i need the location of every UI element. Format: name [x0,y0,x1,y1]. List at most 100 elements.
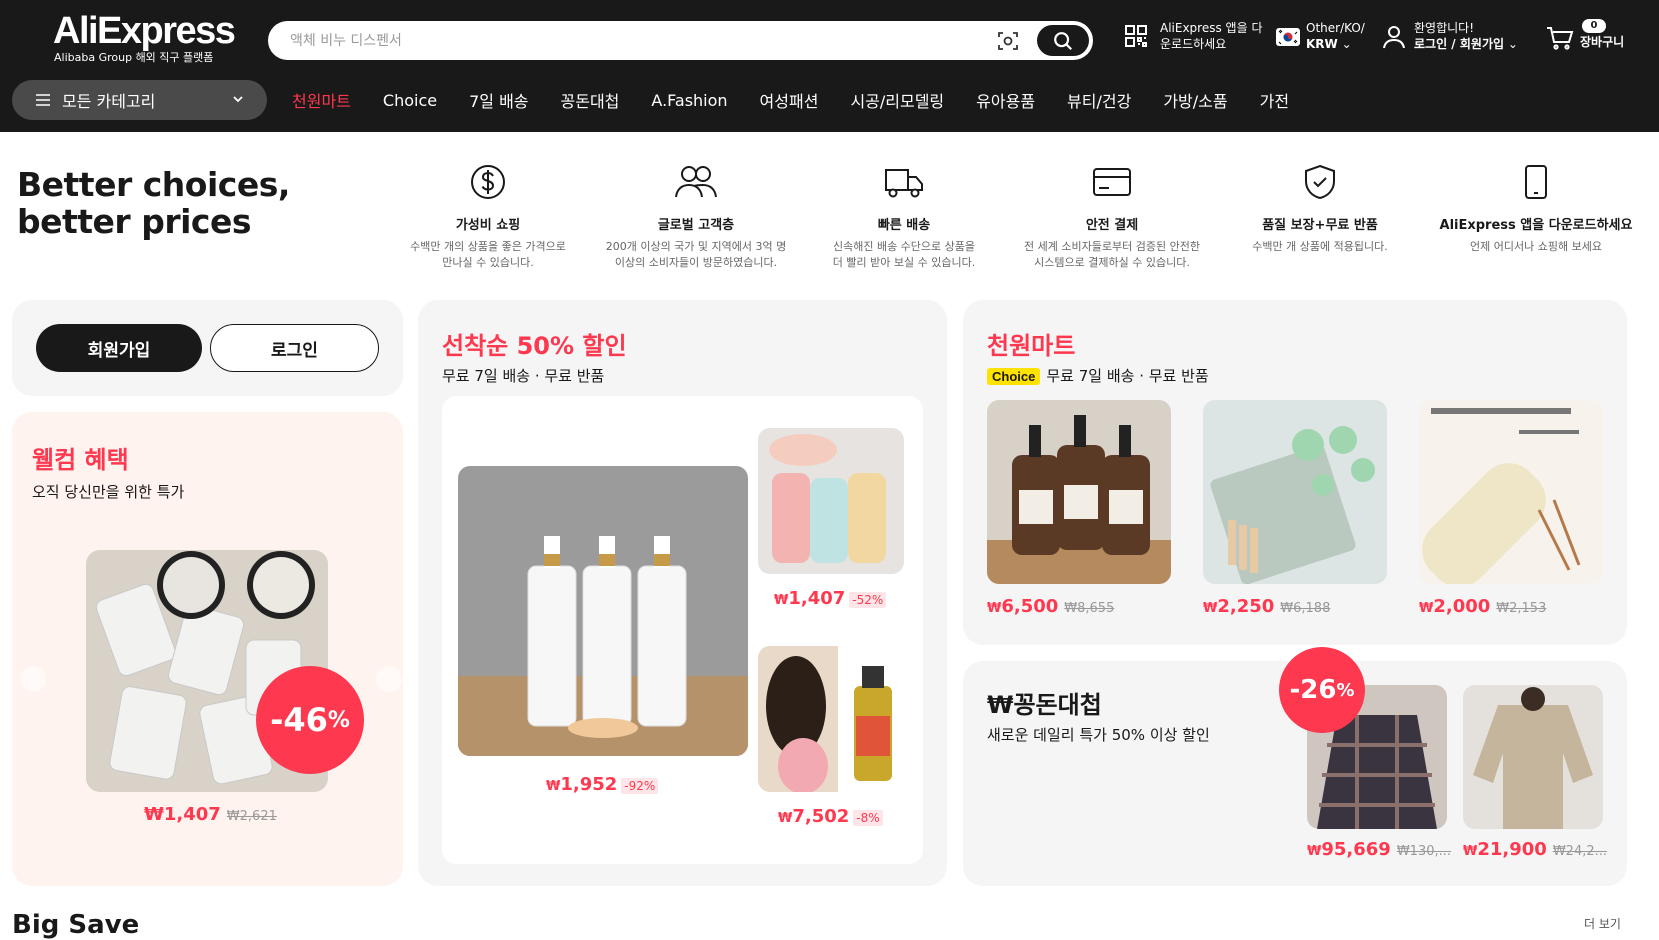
signin-register-text: 로그인 / 회원가입 [1414,37,1505,51]
all-categories-button[interactable]: 모든 카테고리 [12,80,267,120]
welcome-text: 환영합니다! [1414,21,1475,35]
mart-title: 천원마트 [987,332,1076,360]
original-price: ₩8,655 [1064,601,1115,616]
shield-icon [1305,164,1335,200]
app-download-line2: 운로드하세요 [1160,37,1227,51]
product-image-jacket-set[interactable] [1463,685,1603,829]
dollar-icon [471,165,505,199]
flash-price-row: ₩7,502 -8% [778,806,883,827]
search-bar [268,21,1093,60]
welcome-price-row: ₩1,407 ₩2,621 [144,804,277,825]
account-menu[interactable]: 환영합니다! 로그인 / 회원가입 ⌄ [1382,20,1518,52]
sale-price-value: 2,250 [1217,596,1275,617]
flash-price-row: ₩1,407 -52% [774,588,887,609]
benefit-payment: 안전 결제 전 세계 소비자들로부터 검증된 안전한 시스템으로 결제하실 수 있… [1007,164,1217,271]
product-image-travel-set[interactable] [1203,400,1387,584]
login-button[interactable]: 로그인 [210,324,379,372]
benefit-title: AliExpress 앱을 다운로드하세요 [1439,218,1633,233]
qr-code-icon [1125,25,1147,47]
nav-link-deals[interactable]: 꽁돈대첩 [545,88,636,112]
search-input[interactable] [290,21,990,60]
mart-price-row: ₩6,500 ₩8,655 [987,596,1114,617]
phone-icon [1525,165,1547,199]
mart-price-row: ₩2,000 ₩2,153 [1419,596,1546,617]
nav-link-a-fashion[interactable]: A.Fashion [635,91,743,110]
nav-link-bags[interactable]: 가방/소품 [1147,88,1243,112]
sale-price: ₩95,669 [1307,839,1391,860]
deal-price-row: ₩95,669 ₩130,... [1307,839,1451,860]
sale-price: ₩6,500 [987,596,1059,617]
tagline-line1: Better choices, [17,165,290,204]
image-search-icon[interactable] [996,29,1020,53]
search-button[interactable] [1037,25,1089,56]
nav-link-7day-delivery[interactable]: 7일 배송 [453,88,544,112]
benefit-desc: 더 빨리 받아 보실 수 있습니다. [832,256,976,269]
sale-price-value: 95,669 [1321,839,1391,860]
view-more-link[interactable]: 더 보기 [1584,915,1621,932]
cart-icon [1547,27,1574,50]
nav-link-remodeling[interactable]: 시공/리모델링 [834,88,960,112]
flash-products: ₩1,952 -92% ₩1,407 -52% ₩7,502 -8% [442,396,923,864]
benefit-title: 품질 보장+무료 반품 [1262,218,1378,233]
benefit-desc: 수백만 개의 상품을 좋은 가격으로 [410,240,566,253]
users-icon [675,166,717,198]
sale-price-value: 6,500 [1001,596,1059,617]
carousel-next-icon[interactable]: › [376,666,402,692]
all-categories-label: 모든 카테고리 [62,92,156,111]
daily-deals-card[interactable]: ₩꽁돈대첩 새로운 데일리 특가 50% 이상 할인 -26% ₩95,669 ₩… [963,647,1627,886]
product-image-travel-bottles[interactable] [758,428,904,574]
cart-button[interactable]: 0 장바구니 [1546,19,1624,50]
top-header: AliExpress Alibaba Group 해외 직구 플랫폼 AliEx… [0,0,1659,132]
product-image-dispensers[interactable] [458,466,748,756]
benefit-title: 빠른 배송 [877,218,931,233]
nav-link-appliances[interactable]: 가전 [1244,88,1305,112]
1000won-mart-card[interactable]: 천원마트 Choice 무료 7일 배송 · 무료 반품 ₩6,500 ₩8,655… [963,300,1627,645]
currency-label: KRW [1306,37,1338,51]
benefit-desc: 이상의 소비자들이 방문하였습니다. [614,256,778,269]
original-price: ₩24,2... [1552,844,1608,859]
truck-icon [885,169,923,198]
deal-price-row: ₩21,900 ₩24,2... [1463,839,1607,860]
product-image-hair-oil[interactable] [758,646,904,792]
original-price: ₩6,188 [1280,601,1331,616]
product-image-amber-bottles[interactable] [987,400,1171,584]
discount-percent: -8% [853,810,883,826]
carousel-prev-icon[interactable]: ‹ [20,666,46,692]
product-image-brush-case[interactable] [1419,400,1603,584]
sale-price-value: 1,407 [163,804,221,825]
mart-price-row: ₩2,250 ₩6,188 [1203,596,1330,617]
nav-link-choice[interactable]: Choice [367,91,453,110]
korea-flag-icon [1276,28,1300,46]
register-button[interactable]: 회원가입 [36,324,202,372]
menu-icon [36,94,50,106]
choice-badge: Choice [987,368,1041,385]
nav-link-baby[interactable]: 유아용품 [960,88,1051,112]
benefit-global: 글로벌 고객층 200개 이상의 국가 및 지역에서 3억 명 이상의 소비자들이… [591,164,801,271]
nav-link-beauty[interactable]: 뷰티/건강 [1051,88,1147,112]
language-currency-selector[interactable]: Other/KO/ KRW ⌄ [1276,20,1365,52]
sale-price: ₩1,952 [546,774,618,795]
welcome-title: 웰컴 혜택 [32,446,129,474]
sale-price-value: 7,502 [792,806,850,827]
flash-price-row: ₩1,952 -92% [546,774,659,795]
discount-value: -46 [270,701,328,739]
benefit-title: 글로벌 고객층 [657,218,735,233]
chevron-down-icon [233,96,243,103]
benefit-value: 가성비 쇼핑 수백만 개의 상품을 좋은 가격으로 만나실 수 있습니다. [383,164,593,271]
deal-discount-badge: -26% [1279,647,1365,733]
app-download-line1: AliExpress 앱을 다 [1160,21,1263,35]
original-price: ₩2,621 [226,809,277,824]
welcome-deal-card[interactable]: 웰컴 혜택 오직 당신만을 위한 특가 -46% ‹ › ₩1,407 ₩2,62… [12,412,403,886]
benefit-desc: 언제 어디서나 쇼핑해 보세요 [1470,240,1602,253]
flash-sale-card[interactable]: 선착순 50% 할인 무료 7일 배송 · 무료 반품 ₩1,952 -92% ₩… [418,300,947,886]
aliexpress-logo[interactable]: AliExpress Alibaba Group 해외 직구 플랫폼 [53,11,236,65]
sale-price-value: 21,900 [1477,839,1547,860]
benefit-app: AliExpress 앱을 다운로드하세요 언제 어디서나 쇼핑해 보세요 [1423,164,1649,255]
sale-price-value: 1,407 [788,588,846,609]
discount-percent: -52% [849,592,887,608]
chevron-down-icon: ⌄ [1341,37,1352,51]
app-download-link[interactable]: AliExpress 앱을 다 운로드하세요 [1125,20,1263,52]
benefit-delivery: 빠른 배송 신속해진 배송 수단으로 상품을 더 빨리 받아 보실 수 있습니다. [799,164,1009,271]
nav-link-womens-fashion[interactable]: 여성패션 [744,88,835,112]
nav-link-1000won-mart[interactable]: 천원마트 [276,88,367,112]
